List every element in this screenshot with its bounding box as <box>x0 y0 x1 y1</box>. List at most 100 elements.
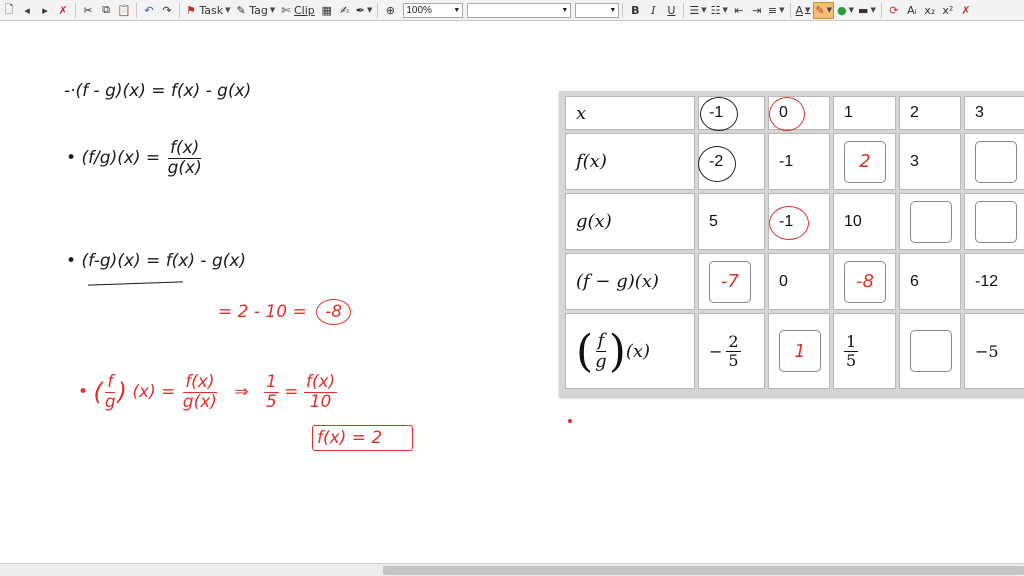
note-canvas[interactable]: -·(f - g)(x) = f(x) - g(x) • (f/g)(x) = … <box>0 21 1024 563</box>
copy-icon[interactable]: ⧉ <box>98 2 114 19</box>
bold-button[interactable]: B <box>627 2 643 19</box>
note-line-quotient-eval: • (f g) (x) = f(x) g(x) ⇒ 15 = f(x) 10 <box>78 372 338 411</box>
cut-icon[interactable]: ✂ <box>80 2 96 19</box>
fraction-numerator: 2 <box>726 331 741 352</box>
clip-button[interactable]: ✄ Clip <box>279 2 317 19</box>
note-line-quotient-def: • (f/g)(x) = f(x) g(x) <box>66 139 204 177</box>
note-line-difference-eval: • (f-g)(x) = f(x) - g(x) <box>66 251 246 271</box>
font-family-select[interactable]: ▼ <box>467 2 572 18</box>
quotient-mid: (x) = <box>132 382 176 403</box>
bullet-dot: • <box>66 148 77 169</box>
undo-icon[interactable]: ↶ <box>141 2 157 19</box>
outdent-icon[interactable]: ⇤ <box>731 2 747 19</box>
clip-label: Clip <box>293 3 315 17</box>
header-cell-3: 3 <box>964 96 1024 130</box>
spell-check-icon[interactable]: ✍ <box>337 2 353 19</box>
align-icon[interactable]: ≡ ▼ <box>767 2 786 19</box>
answer-box[interactable]: 2 <box>844 140 886 183</box>
fx-cell-3 <box>964 133 1024 190</box>
separator <box>179 2 180 18</box>
separator <box>75 2 76 18</box>
f-over-g-fraction: fg <box>593 330 609 372</box>
pen-icon[interactable]: ✒ ▼ <box>355 2 374 19</box>
underline-button[interactable]: U <box>663 2 679 19</box>
tag-button[interactable]: ✎ Tag ▼ <box>235 2 278 19</box>
gx-cell-1: 10 <box>833 193 896 250</box>
right-paren: ) <box>117 378 127 407</box>
scrollbar-thumb[interactable] <box>383 566 1024 575</box>
horizontal-scrollbar[interactable] <box>0 563 1024 576</box>
answer-box[interactable] <box>910 200 952 243</box>
fraction-numerator: 1 <box>263 372 279 393</box>
separator <box>880 2 882 18</box>
lasso-icon[interactable]: ⟳ <box>886 2 902 19</box>
fmg-cell-2: 6 <box>899 253 961 310</box>
one-fifth-fraction: 15 <box>263 372 279 411</box>
fdg-cell-3: −5 <box>964 313 1024 389</box>
fraction-numerator: 1 <box>844 331 859 352</box>
separator <box>377 2 379 18</box>
forward-icon[interactable]: ▸ <box>37 2 53 19</box>
bullet-list-icon[interactable]: ☰ ▼ <box>688 2 707 19</box>
clip-icon: ✄ <box>281 3 291 17</box>
note-line-difference-calc: = 2 - 10 = -8 <box>218 299 352 325</box>
chevron-down-icon: ▼ <box>453 6 461 14</box>
superscript-icon[interactable]: x² <box>940 2 956 19</box>
new-page-icon[interactable]: 🗋 <box>1 2 17 19</box>
back-icon[interactable]: ◂ <box>19 2 35 19</box>
numbered-list-icon[interactable]: ☷ ▼ <box>710 2 729 19</box>
separator <box>136 2 137 18</box>
highlight-pen-icon[interactable]: ✎ ▼ <box>813 1 835 19</box>
color-fill-icon[interactable]: ● ▼ <box>836 2 855 19</box>
answer-box[interactable] <box>975 200 1017 243</box>
note-line-difference-def: -·(f - g)(x) = f(x) - g(x) <box>64 81 252 101</box>
chevron-down-icon: ▼ <box>561 6 569 14</box>
answer-box[interactable]: -8 <box>844 260 886 303</box>
row-header-gx: g(x) <box>565 193 695 250</box>
delete-icon[interactable]: ✗ <box>55 2 71 19</box>
row-header-f-over-g: ( fg ) (x) <box>565 313 695 389</box>
function-values-table: x -1 0 1 2 3 f(x) -2 -1 2 3 g(x) 5 -1 10… <box>559 91 1024 397</box>
fraction-numerator: f(x) <box>303 372 338 393</box>
gx-cell-neg1: 5 <box>698 193 765 250</box>
indent-icon[interactable]: ⇥ <box>749 2 765 19</box>
fx-cell-neg1: -2 <box>698 133 765 190</box>
zoom-select[interactable]: 100% ▼ <box>403 2 464 18</box>
difference-calc: = 2 - 10 = <box>218 302 307 322</box>
answer-box[interactable] <box>910 330 952 372</box>
answer-box[interactable]: 1 <box>779 330 821 372</box>
separator <box>683 2 685 18</box>
redo-icon[interactable]: ↷ <box>159 2 175 19</box>
separator <box>622 2 624 18</box>
fraction-numerator: f(x) <box>168 138 202 159</box>
header-cell-0: 0 <box>768 96 830 130</box>
table-icon[interactable]: ▦ <box>319 2 335 19</box>
paste-icon[interactable]: 📋 <box>116 2 132 19</box>
font-color-letter: A <box>795 3 804 17</box>
difference-expression: (f-g)(x) = f(x) - g(x) <box>81 251 247 271</box>
pen-tag-icon: ✎ <box>236 3 246 17</box>
fx-cell-0: -1 <box>768 133 830 190</box>
circled-result: -8 <box>316 299 352 325</box>
answer-box[interactable] <box>975 140 1017 183</box>
red-ink-dot <box>568 419 572 423</box>
gx-cell-2 <box>899 193 961 250</box>
f-over-g-fraction: fg <box>103 373 118 411</box>
zoom-icon[interactable]: ⊕ <box>382 2 398 19</box>
fdg-cell-neg1: − 25 <box>698 313 765 389</box>
answer-box[interactable]: -7 <box>709 260 751 303</box>
chevron-down-icon: ▼ <box>225 6 231 14</box>
italic-button[interactable]: I <box>645 2 661 19</box>
fx-cell-2: 3 <box>899 133 961 190</box>
clear-formatting-icon[interactable]: ✗ <box>958 2 974 19</box>
font-size-select[interactable]: ▼ <box>575 2 620 18</box>
task-button[interactable]: ⚑ Task ▼ <box>184 2 233 19</box>
right-paren: ) <box>608 325 626 377</box>
subscript-icon[interactable]: x₂ <box>922 2 938 19</box>
equals-sign: = <box>284 382 299 403</box>
header-cell-2: 2 <box>899 96 961 130</box>
line-style-icon[interactable]: ▬ ▼ <box>857 2 877 19</box>
fdg-cell-2 <box>899 313 961 389</box>
font-color-icon[interactable]: A ▼ <box>795 2 812 19</box>
text-size-icon[interactable]: Aᵢ <box>904 2 920 19</box>
